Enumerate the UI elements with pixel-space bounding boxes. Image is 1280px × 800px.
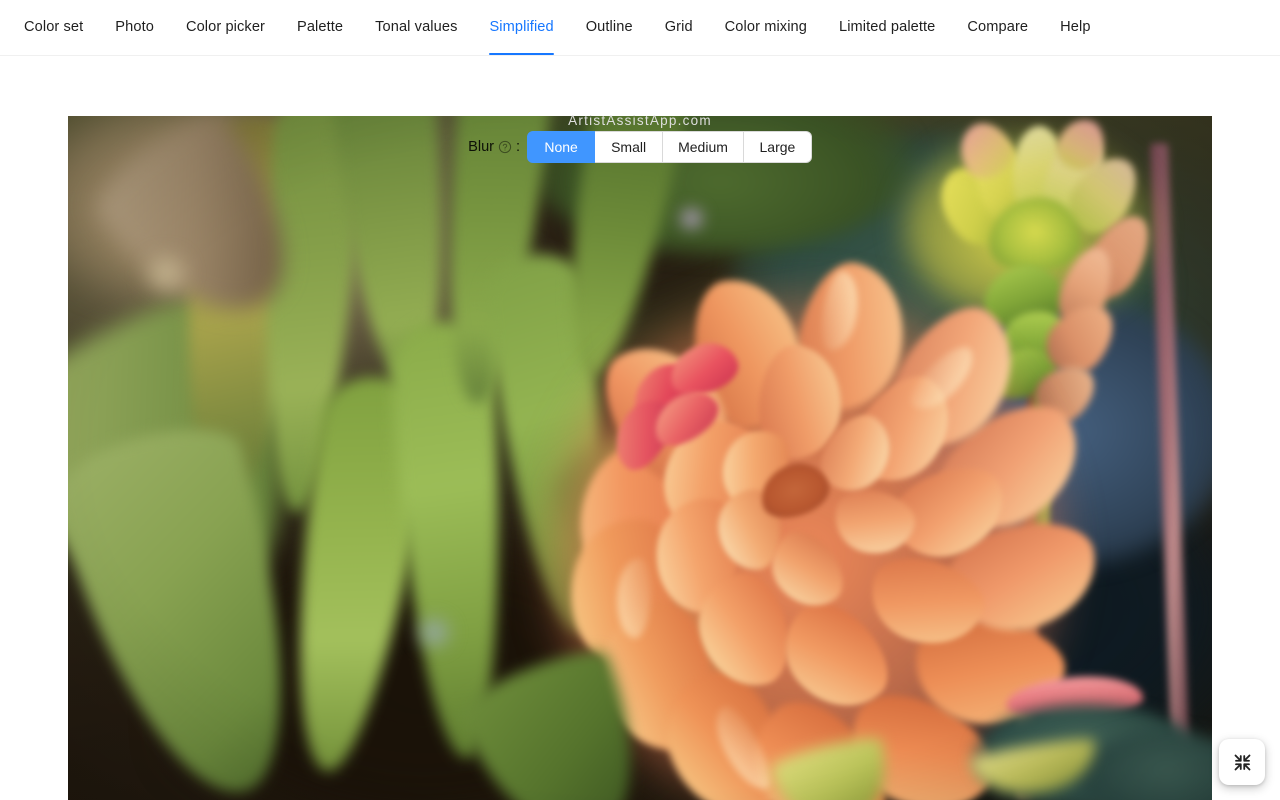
- compress-icon: [1232, 752, 1253, 773]
- tab-active-indicator: [489, 53, 554, 55]
- blur-option-none[interactable]: None: [527, 131, 596, 163]
- app-root: Color set Photo Color picker Palette Ton…: [0, 0, 1280, 800]
- simplified-photo-canvas[interactable]: [68, 116, 1212, 800]
- compress-fullscreen-button[interactable]: [1219, 739, 1265, 785]
- tab-grid[interactable]: Grid: [649, 0, 709, 55]
- tab-tonal-values[interactable]: Tonal values: [359, 0, 473, 55]
- tab-label: Outline: [585, 19, 633, 36]
- tab-simplified[interactable]: Simplified: [473, 0, 569, 55]
- blur-control-row: Blur : None Small Medium Large: [0, 131, 1280, 163]
- tab-label: Palette: [297, 19, 344, 36]
- tab-label: Simplified: [489, 19, 554, 36]
- tab-indicator: [839, 53, 935, 55]
- blur-option-large[interactable]: Large: [743, 131, 812, 163]
- tab-compare[interactable]: Compare: [951, 0, 1044, 55]
- tab-indicator: [1060, 53, 1090, 55]
- blur-label-colon: :: [516, 139, 521, 155]
- tab-outline[interactable]: Outline: [570, 0, 649, 55]
- tab-label: Color picker: [185, 19, 265, 36]
- tab-help[interactable]: Help: [1044, 0, 1106, 55]
- photo-bokeh-1: [136, 252, 194, 294]
- blur-segmented-control: None Small Medium Large: [527, 131, 812, 163]
- photo-bokeh-2: [411, 615, 457, 650]
- tab-label: Color mixing: [724, 19, 807, 36]
- tab-indicator: [24, 53, 83, 55]
- tab-label: Help: [1060, 19, 1091, 36]
- tab-label: Photo: [115, 19, 154, 36]
- tab-indicator: [586, 53, 633, 55]
- tab-label: Tonal values: [375, 19, 458, 36]
- tab-label: Color set: [24, 19, 84, 36]
- tab-indicator: [967, 53, 1028, 55]
- tab-photo[interactable]: Photo: [99, 0, 170, 55]
- blur-option-medium[interactable]: Medium: [663, 131, 744, 163]
- blur-option-small[interactable]: Small: [595, 131, 664, 163]
- tab-label: Grid: [664, 19, 693, 36]
- question-circle-icon[interactable]: [498, 140, 512, 154]
- tab-indicator: [725, 53, 807, 55]
- tab-indicator: [186, 53, 265, 55]
- tab-palette[interactable]: Palette: [281, 0, 359, 55]
- blur-label: Blur :: [468, 139, 520, 155]
- tab-indicator: [297, 53, 343, 55]
- tab-label: Compare: [967, 19, 1029, 36]
- tab-color-set[interactable]: Color set: [8, 0, 99, 55]
- tab-indicator: [375, 53, 457, 55]
- tab-indicator: [665, 53, 693, 55]
- tab-color-mixing[interactable]: Color mixing: [709, 0, 823, 55]
- tab-indicator: [115, 53, 154, 55]
- blur-label-text: Blur: [468, 139, 495, 155]
- tab-color-picker[interactable]: Color picker: [170, 0, 281, 55]
- controls-zone: ArtistAssistApp.com Blur : None Small Me…: [0, 56, 1280, 163]
- main-tab-bar: Color set Photo Color picker Palette Ton…: [0, 0, 1280, 56]
- tab-label: Limited palette: [838, 19, 936, 36]
- tab-limited-palette[interactable]: Limited palette: [823, 0, 951, 55]
- photo-render: [68, 116, 1212, 800]
- photo-bokeh-3: [674, 204, 709, 233]
